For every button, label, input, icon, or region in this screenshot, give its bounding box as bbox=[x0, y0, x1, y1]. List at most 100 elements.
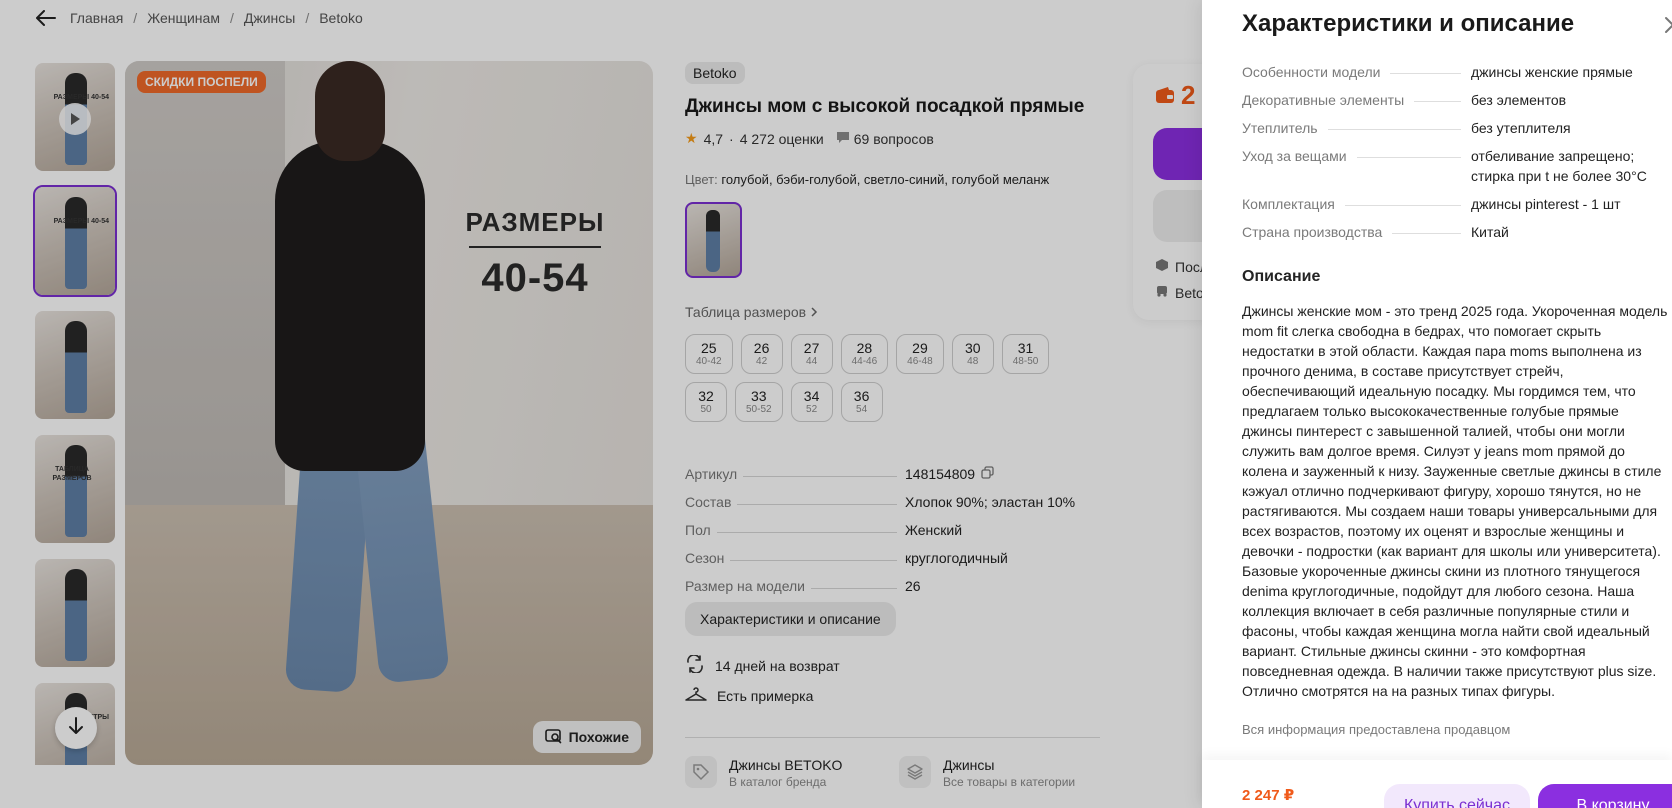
size-table-link[interactable]: Таблица размеров bbox=[685, 304, 818, 320]
back-arrow-icon[interactable] bbox=[36, 8, 58, 28]
thumbnail-strip: РАЗМЕРЫ 40-54 РАЗМЕРЫ 40-54 ТАБЛИЦА РАЗМ… bbox=[33, 61, 117, 765]
size-value: 30 bbox=[964, 340, 981, 356]
copy-icon[interactable] bbox=[981, 466, 994, 482]
size-option[interactable]: 26 42 bbox=[740, 334, 783, 374]
description-text: Джинсы женские мом - это тренд 2025 года… bbox=[1242, 303, 1668, 699]
size-value: 33 bbox=[751, 388, 767, 404]
size-option[interactable]: 36 54 bbox=[840, 382, 883, 422]
main-product-image[interactable]: РАЗМЕРЫ 40-54 СКИДКИ ПОСПЕЛИ Похожие bbox=[125, 61, 653, 765]
spec-row: Уход за вещами отбеливание запрещено; ст… bbox=[1242, 146, 1672, 186]
sale-badge: СКИДКИ ПОСПЕЛИ bbox=[137, 71, 266, 93]
spec-key: Страна производства bbox=[1242, 224, 1383, 240]
param-value: Женский bbox=[905, 522, 963, 538]
spec-value: без утеплителя bbox=[1471, 120, 1571, 136]
return-arrows-icon bbox=[685, 654, 705, 676]
similar-button[interactable]: Похожие bbox=[532, 721, 641, 753]
add-to-cart-button[interactable]: В корзину bbox=[1538, 784, 1672, 808]
specs-list: Особенности модели джинсы женские прямые… bbox=[1242, 62, 1672, 250]
breadcrumb-item[interactable]: Джинсы bbox=[244, 10, 295, 26]
param-key: Пол bbox=[685, 522, 711, 538]
breadcrumb-item[interactable]: Женщинам bbox=[147, 10, 220, 26]
category-link[interactable]: Джинсы Все товары в категории bbox=[899, 756, 1075, 790]
buy-now-button[interactable]: Купить сейчас bbox=[1384, 784, 1530, 808]
spec-value: Китай bbox=[1471, 224, 1509, 240]
param-row: Состав Хлопок 90%; эластан 10% bbox=[685, 482, 1105, 510]
color-line: Цвет: голубой, бэби-голубой, светло-сини… bbox=[685, 172, 1049, 187]
size-option[interactable]: 29 46-48 bbox=[896, 334, 944, 374]
color-value: голубой, бэби-голубой, светло-синий, гол… bbox=[721, 172, 1050, 187]
thumbnail[interactable] bbox=[33, 309, 117, 421]
breadcrumb-separator: / bbox=[305, 10, 310, 26]
size-option[interactable]: 34 52 bbox=[790, 382, 833, 422]
spec-key: Уход за вещами bbox=[1242, 148, 1347, 164]
scroll-down-button[interactable] bbox=[55, 707, 97, 749]
color-label: Цвет: bbox=[685, 172, 718, 187]
questions-link[interactable]: 69 вопросов bbox=[836, 131, 934, 147]
size-range: 42 bbox=[756, 356, 768, 367]
characteristics-button[interactable]: Характеристики и описание bbox=[685, 602, 896, 636]
questions-count: 69 вопросов bbox=[853, 130, 934, 147]
param-value: круглогодичный bbox=[905, 550, 1008, 566]
param-row: Размер на модели 26 bbox=[685, 566, 1105, 594]
thumbnail[interactable] bbox=[33, 557, 117, 669]
spec-row: Особенности модели джинсы женские прямые bbox=[1242, 62, 1672, 82]
characteristics-panel: Характеристики и описание Особенности мо… bbox=[1202, 0, 1672, 808]
size-range: 40-42 bbox=[696, 356, 722, 367]
size-option[interactable]: 33 50-52 bbox=[735, 382, 783, 422]
param-value: 26 bbox=[905, 578, 921, 594]
thumbnail[interactable]: РАЗМЕРЫ 40-54 bbox=[33, 185, 117, 297]
rating-value: 4,7 bbox=[703, 130, 724, 147]
delivery-info: Посл bbox=[1155, 258, 1208, 275]
thumbnail-text: ТАБЛИЦА РАЗМЕРОВ bbox=[52, 466, 92, 482]
image-size-overlay: РАЗМЕРЫ 40-54 bbox=[455, 207, 615, 301]
size-option[interactable]: 31 48-50 bbox=[1001, 334, 1050, 374]
size-range: 48-50 bbox=[1012, 356, 1039, 367]
panel-bottom-bar: 2 247 ₽ Купить сейчас В корзину bbox=[1202, 760, 1672, 808]
wallet-icon bbox=[1155, 80, 1175, 111]
seller-note: Вся информация предоставлена продавцом bbox=[1242, 722, 1511, 737]
image-overlay-title: РАЗМЕРЫ bbox=[465, 207, 605, 237]
reviews-count[interactable]: 4 272 оценки bbox=[740, 131, 824, 147]
play-icon[interactable] bbox=[59, 103, 91, 135]
fitting-info: Есть примерка bbox=[685, 686, 813, 705]
color-swatch[interactable] bbox=[685, 202, 742, 278]
size-option[interactable]: 28 44-46 bbox=[840, 334, 889, 374]
size-range: 48 bbox=[967, 356, 979, 367]
size-value: 29 bbox=[912, 340, 928, 356]
truck-icon bbox=[1155, 284, 1169, 301]
breadcrumb-item[interactable]: Betoko bbox=[319, 10, 363, 26]
category-link-subtitle: Все товары в категории bbox=[943, 775, 1076, 789]
rating-row[interactable]: ★ 4,7 · 4 272 оценки 69 вопросов bbox=[685, 130, 934, 147]
divider bbox=[685, 737, 1100, 738]
param-row: Артикул 148154809 bbox=[685, 454, 1105, 482]
spec-value: без элементов bbox=[1471, 92, 1567, 108]
breadcrumb-separator: / bbox=[229, 10, 234, 26]
size-option[interactable]: 30 48 bbox=[951, 334, 994, 374]
brand-chip[interactable]: Betoko bbox=[685, 62, 745, 84]
size-range: 44-46 bbox=[851, 356, 878, 367]
image-search-icon bbox=[544, 728, 563, 747]
param-row: Пол Женский bbox=[685, 510, 1105, 538]
box-icon bbox=[1155, 258, 1169, 275]
thumbnail[interactable]: ТАБЛИЦА РАЗМЕРОВ bbox=[33, 433, 117, 545]
product-params: Артикул 148154809 Состав Хлопок 90%; эла… bbox=[685, 454, 1105, 594]
seller-info: Beto bbox=[1155, 284, 1204, 301]
size-option[interactable]: 32 50 bbox=[685, 382, 727, 422]
size-value: 36 bbox=[853, 388, 870, 404]
param-value: 148154809 bbox=[905, 466, 976, 482]
spec-value: отбеливание запрещено; стирка при t не б… bbox=[1471, 148, 1647, 184]
close-icon[interactable] bbox=[1664, 16, 1672, 34]
hanger-icon bbox=[685, 686, 707, 705]
thumbnail-text: РАЗМЕРЫ 40-54 bbox=[53, 94, 109, 101]
spec-value: джинсы женские прямые bbox=[1471, 64, 1633, 80]
size-option[interactable]: 25 40-42 bbox=[685, 334, 733, 374]
breadcrumb-item[interactable]: Главная bbox=[70, 10, 123, 26]
size-option[interactable]: 27 44 bbox=[790, 334, 833, 374]
brand-catalog-link[interactable]: Джинсы BETOKO В каталог бренда bbox=[685, 756, 842, 790]
spec-value: джинсы pinterest - 1 шт bbox=[1471, 196, 1621, 212]
thumbnail[interactable]: РАЗМЕРЫ 40-54 bbox=[33, 61, 117, 173]
size-table-label: Таблица размеров bbox=[685, 304, 807, 320]
size-range: 50-52 bbox=[746, 404, 772, 415]
param-key: Состав bbox=[685, 494, 732, 510]
spec-row: Страна производства Китай bbox=[1242, 222, 1672, 242]
